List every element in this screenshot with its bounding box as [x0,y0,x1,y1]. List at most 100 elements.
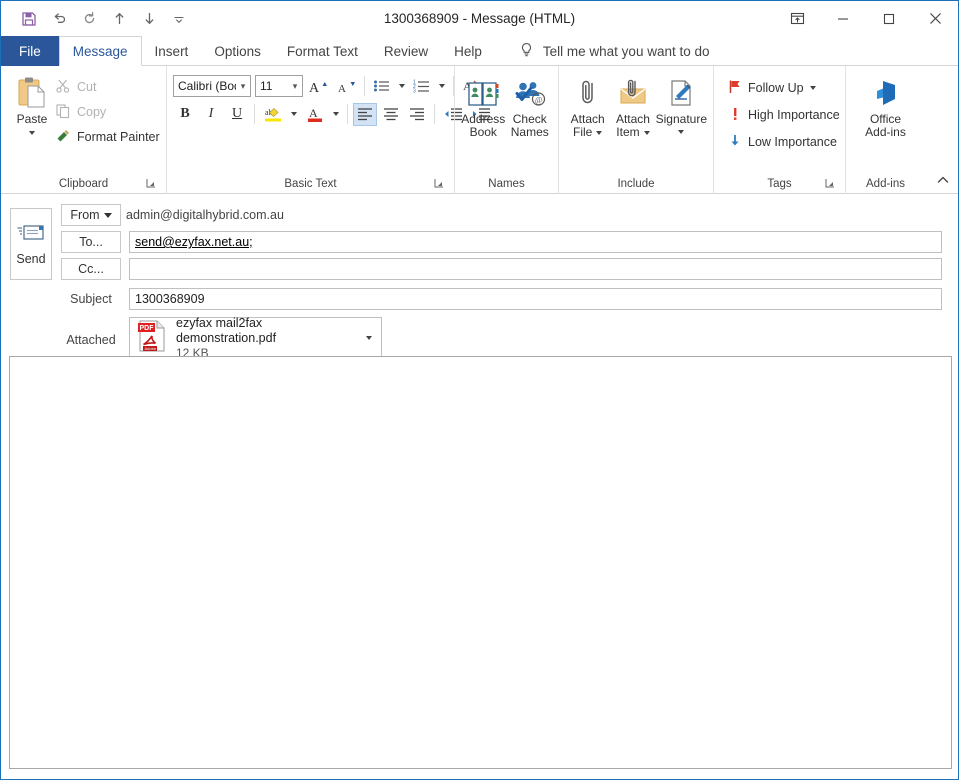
attach-item-button[interactable]: Attach Item [610,71,655,139]
attachment-chevron-down-icon[interactable] [361,336,377,340]
ribbon-group-clipboard: Paste Cut Copy Format Painter Clipboard [1,66,166,194]
grow-font-button[interactable]: A [305,75,331,98]
message-compose-window: 1300368909 - Message (HTML) File Message… [0,0,959,780]
clipboard-dialog-launcher[interactable] [144,177,158,191]
font-color-chevron-down-icon[interactable] [330,103,342,126]
italic-button[interactable]: I [199,103,223,126]
from-button[interactable]: From [61,204,121,226]
save-icon[interactable] [15,5,43,33]
align-center-button[interactable] [379,103,403,126]
font-size-chevron-down-icon[interactable]: ▾ [288,81,302,92]
ribbon-group-names: Address Book @ Check Names Names [454,66,558,194]
paste-chevron-down-icon[interactable] [29,131,35,135]
paste-button[interactable]: Paste [15,71,49,171]
svg-text:A: A [338,83,346,95]
text-highlight-chevron-down-icon[interactable] [288,103,300,126]
collapse-ribbon-button[interactable] [935,172,951,188]
font-size-combo[interactable]: 11 ▾ [255,75,303,97]
tell-me-search[interactable]: Tell me what you want to do [507,36,722,66]
cut-button[interactable]: Cut [51,76,164,98]
ribbon-group-addins: Office Add-ins Add-ins [845,66,925,194]
align-right-button[interactable] [405,103,429,126]
high-importance-button[interactable]: High Importance [724,104,844,126]
tab-options[interactable]: Options [201,36,274,66]
attach-file-button[interactable]: Attach File [565,71,610,139]
attach-file-chevron-down-icon[interactable] [596,130,603,135]
attach-file-label-line2: File [572,125,593,139]
tab-file[interactable]: File [1,36,59,66]
attachment-name: ezyfax mail2fax demonstration.pdf [176,315,277,345]
follow-up-chevron-down-icon[interactable] [809,86,816,90]
cc-button[interactable]: Cc... [61,258,121,280]
exclamation-icon [728,106,742,124]
bullets-button[interactable] [370,75,394,98]
copy-button[interactable]: Copy [51,101,164,123]
signature-button[interactable]: Signature [656,71,707,134]
customize-quick-access-toolbar-icon[interactable] [165,5,193,33]
previous-item-icon[interactable] [105,5,133,33]
flag-icon [728,79,742,97]
shrink-font-button[interactable]: A [333,75,359,98]
check-names-button[interactable]: @ Check Names [508,71,553,139]
tab-insert[interactable]: Insert [142,36,202,66]
bold-button[interactable]: B [173,103,197,126]
minimize-button[interactable] [820,1,866,36]
send-button[interactable]: Send [10,208,52,280]
paste-label: Paste [16,112,48,126]
subject-field[interactable]: 1300368909 [129,288,942,310]
ribbon-group-include: Attach File Attach Item Signature Includ… [558,66,713,194]
attachment-row: Attached PDF Adobe ezyfax mail2fax demon… [61,315,950,360]
font-name-combo[interactable]: Calibri (Bod ▾ [173,75,251,97]
copy-icon [55,103,71,122]
format-painter-icon [55,128,71,147]
send-envelope-icon [17,223,45,246]
low-importance-label: Low Importance [748,135,837,149]
tags-dialog-launcher[interactable] [823,177,837,191]
basic-text-dialog-launcher[interactable] [432,177,446,191]
basic-text-group-label: Basic Text [173,174,448,194]
svg-text:@: @ [535,96,542,105]
address-book-label-line2: Book [469,125,497,139]
to-field[interactable]: send@ezyfax.net.au; [129,231,942,253]
close-button[interactable] [912,1,958,36]
ribbon-display-options-icon[interactable] [774,1,820,36]
align-left-button[interactable] [353,102,377,126]
window-controls [774,1,958,36]
paperclip-icon [573,75,603,111]
low-importance-button[interactable]: Low Importance [724,131,844,153]
compose-header: Send From admin@digitalhybrid.com.au To.… [1,194,958,360]
signature-chevron-down-icon[interactable] [678,130,685,134]
attach-item-chevron-down-icon[interactable] [643,130,650,135]
tab-message[interactable]: Message [58,36,142,66]
check-names-icon: @ [513,75,547,111]
message-body-field[interactable] [9,356,952,769]
text-highlight-color-button[interactable]: ab [260,103,286,126]
numbering-button[interactable]: 1 2 3 [410,75,434,98]
cc-row: Cc... [61,258,950,280]
title-bar: 1300368909 - Message (HTML) [1,1,958,36]
address-book-button[interactable]: Address Book [461,71,506,139]
from-chevron-down-icon[interactable] [103,212,112,218]
numbering-chevron-down-icon[interactable] [436,75,448,98]
tags-group-label: Tags [720,174,839,194]
attachment-chip[interactable]: PDF Adobe ezyfax mail2fax demonstration.… [129,315,382,360]
tab-help[interactable]: Help [441,36,495,66]
bullets-chevron-down-icon[interactable] [396,75,408,98]
lightbulb-icon [519,42,534,61]
font-name-chevron-down-icon[interactable]: ▾ [236,81,250,92]
maximize-button[interactable] [866,1,912,36]
undo-icon[interactable] [45,5,73,33]
tab-review[interactable]: Review [371,36,441,66]
message-body-text[interactable] [10,357,951,369]
next-item-icon[interactable] [135,5,163,33]
redo-icon[interactable] [75,5,103,33]
underline-button[interactable]: U [225,103,249,126]
font-color-button[interactable]: A [302,103,328,126]
cc-field[interactable] [129,258,942,280]
office-addins-button[interactable]: Office Add-ins [852,71,919,139]
to-recipient: send@ezyfax.net.au; [135,235,253,249]
to-button[interactable]: To... [61,231,121,253]
format-painter-button[interactable]: Format Painter [51,126,164,148]
follow-up-button[interactable]: Follow Up [724,77,844,99]
tab-format-text[interactable]: Format Text [274,36,371,66]
